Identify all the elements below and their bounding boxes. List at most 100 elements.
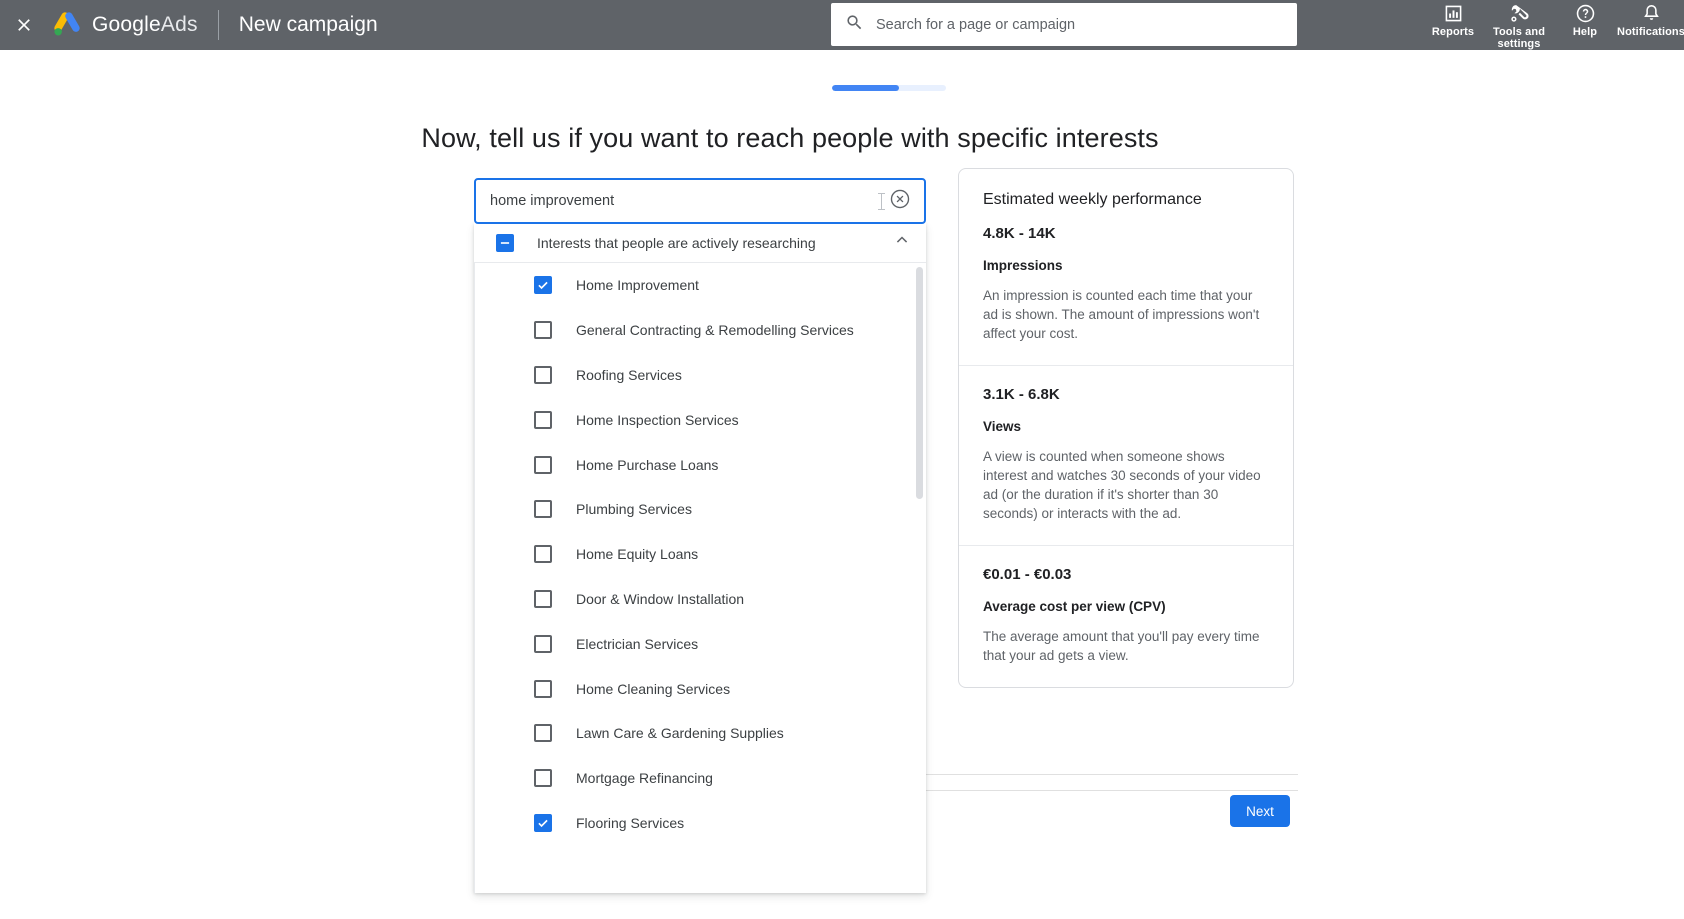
- options-scrollbar-thumb[interactable]: [916, 267, 923, 499]
- interest-option-checkbox[interactable]: [534, 276, 552, 295]
- interest-option-label: Home Equity Loans: [576, 546, 699, 563]
- interest-option-label: Home Cleaning Services: [576, 680, 731, 697]
- interest-option-checkbox[interactable]: [534, 321, 552, 340]
- wizard-progress-fill: [832, 85, 900, 91]
- interest-option-checkbox[interactable]: [534, 500, 552, 519]
- estimate-metric: 3.1K - 6.8K Views A view is counted when s…: [959, 365, 1293, 545]
- help-button[interactable]: Help: [1552, 0, 1618, 38]
- wrench-tools-icon: [1509, 3, 1530, 24]
- google-ads-mark-icon: [52, 12, 82, 38]
- check-icon: [538, 282, 548, 290]
- header-actions: Reports Tools and settings Help Notifica…: [1420, 0, 1684, 50]
- interest-option-row[interactable]: Plumbing Services: [474, 487, 926, 532]
- bell-notification-icon: [1641, 3, 1662, 24]
- interest-option-row[interactable]: Home Equity Loans: [474, 532, 926, 577]
- interest-option-checkbox[interactable]: [534, 589, 552, 608]
- interest-option-label: Door & Window Installation: [576, 590, 745, 607]
- interest-option-label: Home Purchase Loans: [576, 456, 719, 473]
- check-icon: [538, 819, 548, 828]
- estimated-performance-card: Estimated weekly performance 4.8K - 14K I…: [958, 168, 1294, 688]
- reports-button[interactable]: Reports: [1420, 0, 1486, 38]
- estimate-metric: 4.8K - 14K Impressions An impression is co…: [959, 215, 1293, 365]
- interest-option-checkbox[interactable]: [534, 634, 552, 653]
- interest-group-header[interactable]: Interests that people are actively resea…: [474, 223, 926, 263]
- close-button[interactable]: [0, 0, 48, 50]
- interest-option-row[interactable]: Flooring Services: [474, 801, 926, 846]
- interest-search-field[interactable]: [474, 178, 926, 224]
- interest-option-row[interactable]: Mortgage Refinancing: [474, 756, 926, 801]
- text-cursor-icon: [878, 192, 885, 210]
- estimate-metric: €0.01 - €0.03 Average cost per view (CPV)…: [959, 545, 1293, 687]
- metric-description: The average amount that you'll pay every…: [983, 629, 1260, 663]
- reports-label: Reports: [1431, 26, 1475, 38]
- interest-search-input[interactable]: [490, 193, 881, 209]
- metric-name: Impressions: [983, 258, 1063, 273]
- interest-options-list: Home Improvement General Contracting & Re…: [474, 263, 926, 893]
- metric-name: Average cost per view (CPV): [983, 599, 1166, 614]
- footer-divider-top: [926, 774, 1298, 775]
- metric-value: €0.01 - €0.03: [983, 566, 1072, 583]
- list-left-rule: [474, 263, 475, 893]
- interest-option-label: Roofing Services: [576, 366, 682, 383]
- campaign-title: New campaign: [238, 13, 378, 36]
- interest-option-label: Plumbing Services: [576, 501, 692, 518]
- interest-option-checkbox[interactable]: [534, 455, 552, 474]
- help-question-circle-icon: [1575, 3, 1596, 24]
- interest-option-row[interactable]: Home Cleaning Services: [474, 666, 926, 711]
- interest-option-row[interactable]: Home Purchase Loans: [474, 442, 926, 487]
- interest-option-checkbox[interactable]: [534, 410, 552, 429]
- interest-option-row[interactable]: Door & Window Installation: [474, 577, 926, 622]
- header-divider: [217, 10, 219, 40]
- metric-value: 3.1K - 6.8K: [983, 386, 1060, 403]
- brand-ads: Ads: [160, 13, 198, 36]
- brand-text: GoogleAds: [92, 13, 198, 37]
- interest-option-label: Flooring Services: [576, 814, 685, 831]
- estimates-title: Estimated weekly performance: [983, 191, 1202, 208]
- interest-option-row[interactable]: Home Improvement: [474, 263, 926, 308]
- interest-option-label: Lawn Care & Gardening Supplies: [576, 725, 784, 742]
- interest-option-checkbox[interactable]: [534, 724, 552, 743]
- metric-name: Views: [983, 419, 1022, 434]
- interest-option-label: General Contracting & Remodelling Servic…: [576, 322, 854, 339]
- reports-bar-chart-icon: [1443, 3, 1464, 24]
- next-button[interactable]: Next: [1230, 795, 1290, 827]
- clear-search-button[interactable]: [888, 189, 912, 213]
- interest-option-checkbox[interactable]: [534, 679, 552, 698]
- notifications-button[interactable]: Notifications: [1617, 0, 1684, 38]
- metric-description: A view is counted when someone shows int…: [983, 449, 1261, 521]
- interest-option-label: Electrician Services: [576, 635, 699, 652]
- interest-option-label: Home Improvement: [576, 277, 699, 294]
- wizard-progress-bar: [832, 85, 946, 91]
- interest-option-checkbox[interactable]: [534, 813, 552, 832]
- search-icon: [845, 13, 864, 37]
- tools-and-settings-label: Tools and settings: [1492, 26, 1546, 50]
- app-header: GoogleAds New campaign Reports: [0, 0, 1684, 50]
- brand-google: Google: [92, 13, 161, 36]
- metric-value: 4.8K - 14K: [983, 225, 1056, 242]
- interest-option-checkbox[interactable]: [534, 365, 552, 384]
- minus-icon: [500, 241, 510, 244]
- interest-dropdown: Interests that people are actively resea…: [474, 223, 926, 893]
- interest-option-checkbox[interactable]: [534, 545, 552, 564]
- google-ads-logo[interactable]: GoogleAds: [52, 12, 198, 38]
- clear-circle-x-icon: [889, 188, 911, 215]
- search-input[interactable]: [876, 16, 1283, 33]
- interest-option-row[interactable]: General Contracting & Remodelling Servic…: [474, 308, 926, 353]
- interest-option-row[interactable]: Home Inspection Services: [474, 397, 926, 442]
- interest-option-row[interactable]: Electrician Services: [474, 621, 926, 666]
- metric-description: An impression is counted each time that …: [983, 288, 1260, 341]
- chevron-up-icon[interactable]: [892, 230, 912, 255]
- tools-and-settings-button[interactable]: Tools and settings: [1486, 0, 1552, 50]
- footer-divider-bottom: [926, 790, 1298, 791]
- interest-option-row[interactable]: Roofing Services: [474, 353, 926, 398]
- interest-option-label: Home Inspection Services: [576, 411, 739, 428]
- group-checkbox[interactable]: [496, 233, 514, 252]
- interest-option-label: Mortgage Refinancing: [576, 770, 713, 787]
- interest-group-label: Interests that people are actively resea…: [537, 234, 816, 251]
- interest-picker: Interests that people are actively resea…: [474, 178, 926, 893]
- interest-option-checkbox[interactable]: [534, 769, 552, 788]
- help-label: Help: [1572, 26, 1598, 38]
- global-search[interactable]: [831, 3, 1297, 46]
- close-icon: [14, 15, 34, 35]
- interest-option-row[interactable]: Lawn Care & Gardening Supplies: [474, 711, 926, 756]
